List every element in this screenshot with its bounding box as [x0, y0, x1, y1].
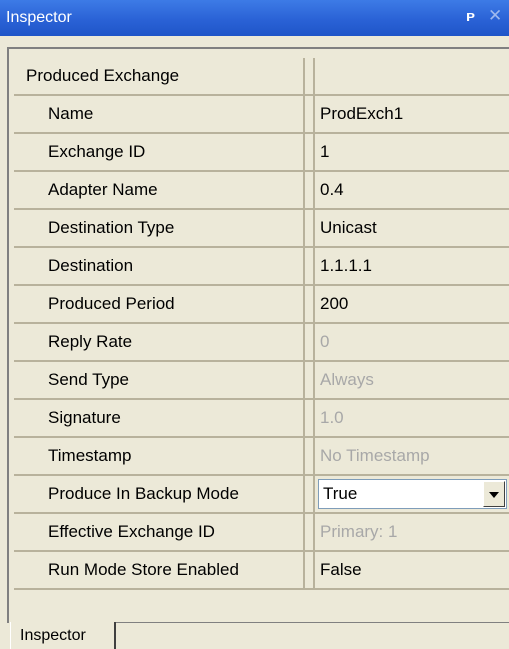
property-value-readonly: 0 [313, 324, 509, 360]
property-row-send-type[interactable]: Send Type Always [14, 362, 509, 400]
property-value[interactable]: 1.1.1.1 [313, 248, 509, 284]
inspector-title-bar: Inspector ᴩ ✕ [0, 0, 509, 36]
property-value-readonly: Primary: 1 [313, 514, 509, 550]
property-value[interactable]: ProdExch1 [313, 96, 509, 132]
property-label: Reply Rate [14, 324, 305, 360]
property-label: Run Mode Store Enabled [14, 552, 305, 588]
property-row-run-mode-store-enabled[interactable]: Run Mode Store Enabled False [14, 552, 509, 590]
property-row-exchange-id[interactable]: Exchange ID 1 [14, 134, 509, 172]
property-row-destination-type[interactable]: Destination Type Unicast [14, 210, 509, 248]
property-label: Name [14, 96, 305, 132]
property-row-destination[interactable]: Destination 1.1.1.1 [14, 248, 509, 286]
window-title: Inspector [6, 9, 72, 26]
property-value[interactable]: False [313, 552, 509, 588]
property-grid: Produced Exchange Name ProdExch1 Exchang… [14, 58, 509, 590]
chevron-down-icon[interactable] [483, 481, 505, 507]
property-label: Destination [14, 248, 305, 284]
section-value [313, 58, 509, 94]
property-row-reply-rate[interactable]: Reply Rate 0 [14, 324, 509, 362]
property-label: Produce In Backup Mode [14, 476, 305, 512]
property-row-signature[interactable]: Signature 1.0 [14, 400, 509, 438]
property-label: Signature [14, 400, 305, 436]
property-row-produce-in-backup-mode[interactable]: Produce In Backup Mode True [14, 476, 509, 514]
property-value[interactable]: 0.4 [313, 172, 509, 208]
section-label: Produced Exchange [14, 58, 305, 94]
property-label: Destination Type [14, 210, 305, 246]
property-value-readonly: 1.0 [313, 400, 509, 436]
backup-mode-dropdown[interactable]: True [318, 479, 507, 509]
property-row-adapter-name[interactable]: Adapter Name 0.4 [14, 172, 509, 210]
property-row-produced-period[interactable]: Produced Period 200 [14, 286, 509, 324]
property-value[interactable]: Unicast [313, 210, 509, 246]
section-header-produced-exchange[interactable]: Produced Exchange [14, 58, 509, 96]
property-label: Effective Exchange ID [14, 514, 305, 550]
property-row-timestamp[interactable]: Timestamp No Timestamp [14, 438, 509, 476]
property-value[interactable]: 200 [313, 286, 509, 322]
property-row-name[interactable]: Name ProdExch1 [14, 96, 509, 134]
tab-strip-divider [116, 622, 509, 623]
property-label: Timestamp [14, 438, 305, 474]
property-value-cell: True [313, 476, 509, 512]
property-grid-panel: Produced Exchange Name ProdExch1 Exchang… [7, 47, 509, 623]
property-value-readonly: Always [313, 362, 509, 398]
property-label: Produced Period [14, 286, 305, 322]
tab-inspector[interactable]: Inspector [10, 622, 116, 649]
property-label: Exchange ID [14, 134, 305, 170]
pin-icon[interactable]: ᴩ [466, 8, 475, 25]
property-label: Send Type [14, 362, 305, 398]
property-row-effective-exchange-id[interactable]: Effective Exchange ID Primary: 1 [14, 514, 509, 552]
property-value-readonly: No Timestamp [313, 438, 509, 474]
dropdown-selected-value: True [323, 484, 358, 503]
close-icon[interactable]: ✕ [488, 6, 502, 26]
property-value[interactable]: 1 [313, 134, 509, 170]
property-label: Adapter Name [14, 172, 305, 208]
